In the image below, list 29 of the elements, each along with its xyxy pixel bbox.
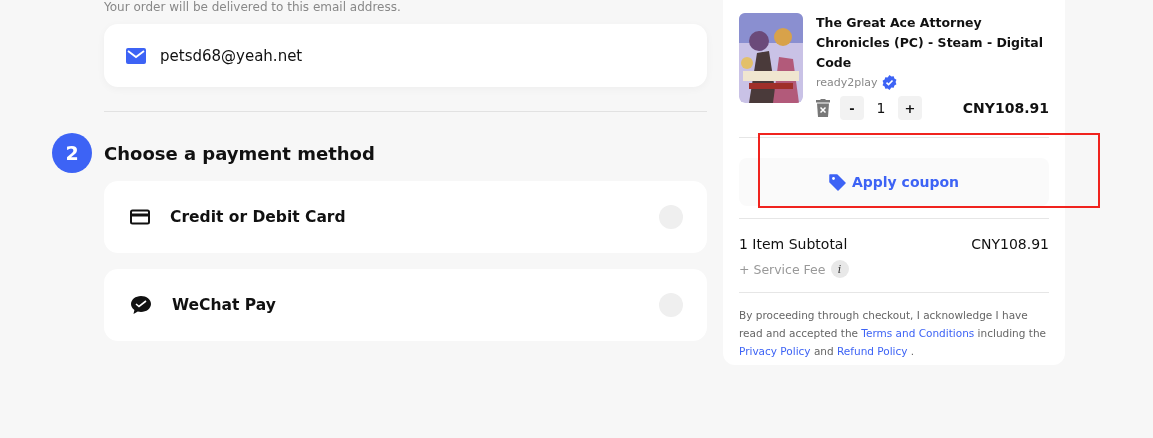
payment-option[interactable]: WeChat Pay [104,269,707,341]
apply-coupon-button[interactable]: Apply coupon [739,158,1049,206]
email-field[interactable]: petsd68@yeah.net [104,24,707,87]
subtotal-value: CNY108.91 [971,236,1049,252]
terms-link[interactable]: Terms and Conditions [861,327,975,339]
info-icon[interactable]: i [830,260,849,278]
product-title[interactable]: The Great Ace Attorney Chronicles (PC) - Steam - Digital Code [816,13,1049,73]
email-value: petsd68@yeah.net [160,46,303,65]
privacy-link[interactable]: Privacy Policy [739,345,811,357]
subtotal-label: 1 Item Subtotal [739,236,848,252]
product-price: CNY108.91 [962,100,1049,116]
trash-icon[interactable] [816,99,830,117]
quantity: 1 [875,100,887,116]
email-note: Your order will be delivered to this email address. [104,0,402,14]
increase-button[interactable]: + [898,96,922,120]
payment-option-label: Credit or Debit Card [170,208,347,226]
mail-icon [126,47,146,64]
refund-link[interactable]: Refund Policy [837,345,908,357]
step-number: 2 [52,133,92,173]
payment-option[interactable]: Credit or Debit Card [104,181,707,253]
decrease-button[interactable]: - [840,96,864,120]
credit-card-icon [130,209,150,225]
legal-text: By proceeding through checkout, I acknowledge I have read and accepted the Terms and Conditions including the Privacy Policy and Refund Policy . [739,308,1047,359]
chat-bubble-icon [130,295,152,315]
tag-icon [828,173,846,191]
section-title: Choose a payment method [104,142,375,164]
payment-option-label: WeChat Pay [172,296,277,314]
seller-name[interactable]: ready2play [816,76,878,89]
service-fee-label: + Service Fee [739,261,826,277]
